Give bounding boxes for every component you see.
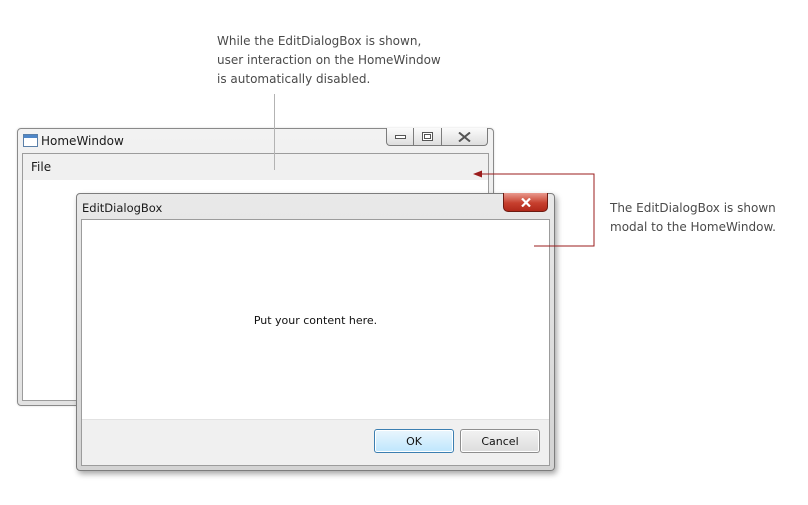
caption-buttons [386, 128, 488, 146]
callout-modal-behavior: While the EditDialogBox is shown, user i… [217, 34, 441, 86]
cancel-button[interactable]: Cancel [460, 429, 540, 453]
maximize-icon [422, 132, 433, 141]
modal-connector-arrow [473, 170, 595, 247]
dialog-button-bar: OK Cancel [82, 419, 549, 465]
minimize-button[interactable] [386, 128, 414, 146]
dialog-title: EditDialogBox [82, 201, 163, 215]
home-close-button[interactable] [442, 128, 488, 146]
window-icon [23, 134, 38, 147]
close-icon [458, 131, 471, 142]
ok-button[interactable]: OK [374, 429, 454, 453]
home-window-title: HomeWindow [41, 134, 124, 148]
minimize-icon [394, 134, 406, 139]
callout-modal-owner: The EditDialogBox is shown modal to the … [610, 201, 776, 234]
maximize-button[interactable] [414, 128, 442, 146]
menu-bar: File [23, 154, 488, 180]
dialog-content-text: Put your content here. [253, 314, 378, 327]
menu-item-file[interactable]: File [31, 160, 51, 174]
leader-line-top [274, 94, 275, 170]
dialog-client-area: Put your content here. OK Cancel [81, 219, 550, 466]
